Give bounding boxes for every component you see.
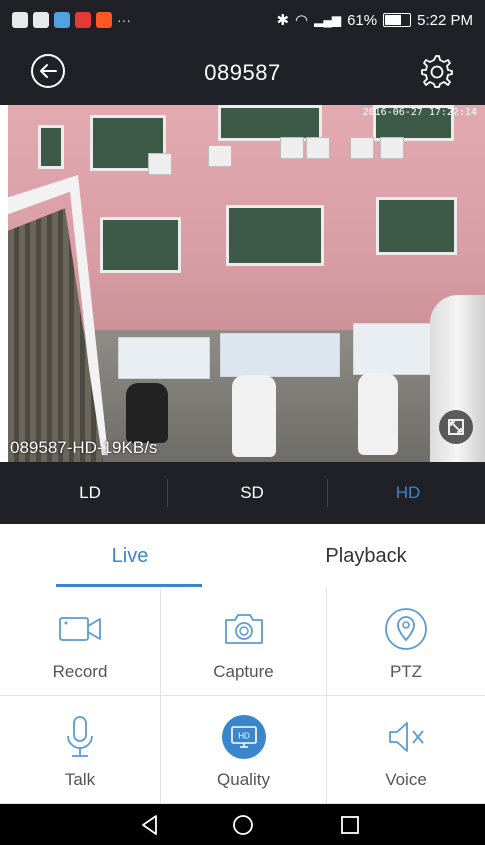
svg-text:HD: HD [238, 732, 250, 741]
notification-icons: ··· [12, 12, 131, 28]
window [38, 125, 64, 169]
microphone-icon [67, 716, 93, 757]
device-title: 089587 [204, 60, 281, 85]
speaker-muted-icon [389, 722, 424, 752]
gear-icon [421, 55, 453, 88]
stream-info-label: 089587-HD-19KB/s [10, 438, 158, 457]
location-pin-icon [385, 608, 427, 650]
active-tab-indicator [56, 584, 202, 587]
talk-label: Talk [64, 770, 96, 789]
signal-icon: ▂▄▆ [314, 13, 342, 27]
tab-live[interactable]: Live [30, 524, 230, 588]
chat-icon [12, 12, 28, 28]
poster [118, 337, 210, 379]
wifi-icon: ◠ [295, 12, 309, 29]
mode-tabs: Live Playback [0, 524, 485, 589]
orange-app-icon [96, 12, 112, 28]
ptz-label: PTZ [389, 662, 423, 681]
video-timestamp: 2016-06-27 17:22:14 [362, 107, 477, 118]
record-label: Record [52, 662, 108, 681]
parked-car [232, 375, 276, 457]
talk-button[interactable]: Talk [0, 696, 161, 804]
quality-label: Quality [217, 770, 270, 789]
quality-selector: LD SD HD [0, 462, 485, 524]
record-button[interactable]: Record [0, 588, 161, 696]
ac-unit [280, 137, 304, 159]
window [100, 217, 181, 273]
parked-car [358, 373, 398, 455]
quality-button[interactable]: HD Quality [161, 696, 327, 804]
clock: 5:22 PM [417, 11, 473, 29]
app-header: 089587 [0, 40, 485, 105]
window [226, 205, 324, 266]
battery-icon [383, 13, 412, 27]
settings-button[interactable] [417, 52, 455, 90]
nav-back-icon[interactable] [138, 813, 162, 837]
nav-recents-icon[interactable] [338, 813, 362, 837]
hd-monitor-icon: HD [221, 715, 266, 759]
ac-unit [208, 145, 232, 167]
gallery-icon [54, 12, 70, 28]
video-camera-icon [59, 617, 101, 641]
controls-grid: Record Capture PTZ Talk HD Quality Voice [0, 588, 485, 804]
camera-icon [224, 614, 263, 644]
quality-ld[interactable]: LD [10, 462, 170, 524]
quality-sd[interactable]: SD [172, 462, 332, 524]
expand-icon [448, 419, 464, 435]
mail-icon [33, 12, 49, 28]
nav-home-icon[interactable] [231, 813, 255, 837]
quality-hd[interactable]: HD [328, 462, 485, 524]
ac-unit [350, 137, 374, 159]
live-video-view[interactable]: 2016-06-27 17:22:14 089587-HD-19KB/s [8, 105, 485, 462]
poster [220, 333, 340, 377]
voice-button[interactable]: Voice [327, 696, 485, 804]
poster [353, 323, 440, 375]
ac-unit [148, 153, 172, 175]
divider [167, 479, 168, 507]
capture-button[interactable]: Capture [161, 588, 327, 696]
tab-playback[interactable]: Playback [266, 524, 466, 588]
ac-unit [306, 137, 330, 159]
window [376, 197, 457, 255]
parked-car [126, 383, 168, 443]
fullscreen-button[interactable] [439, 410, 473, 444]
window [218, 105, 322, 141]
voice-label: Voice [385, 770, 427, 789]
capture-label: Capture [213, 662, 274, 681]
ptz-button[interactable]: PTZ [327, 588, 485, 696]
battery-percent: 61% [347, 11, 378, 29]
ac-unit [380, 137, 404, 159]
status-bar: ··· ✱ ◠ ▂▄▆ 61% 5:22 PM [0, 0, 485, 40]
notification-overflow: ··· [117, 12, 131, 28]
bluetooth-icon: ✱ [276, 12, 290, 29]
status-right: ✱ ◠ ▂▄▆ 61% 5:22 PM [276, 11, 473, 30]
red-app-icon [75, 12, 91, 28]
system-nav-bar [0, 804, 485, 845]
